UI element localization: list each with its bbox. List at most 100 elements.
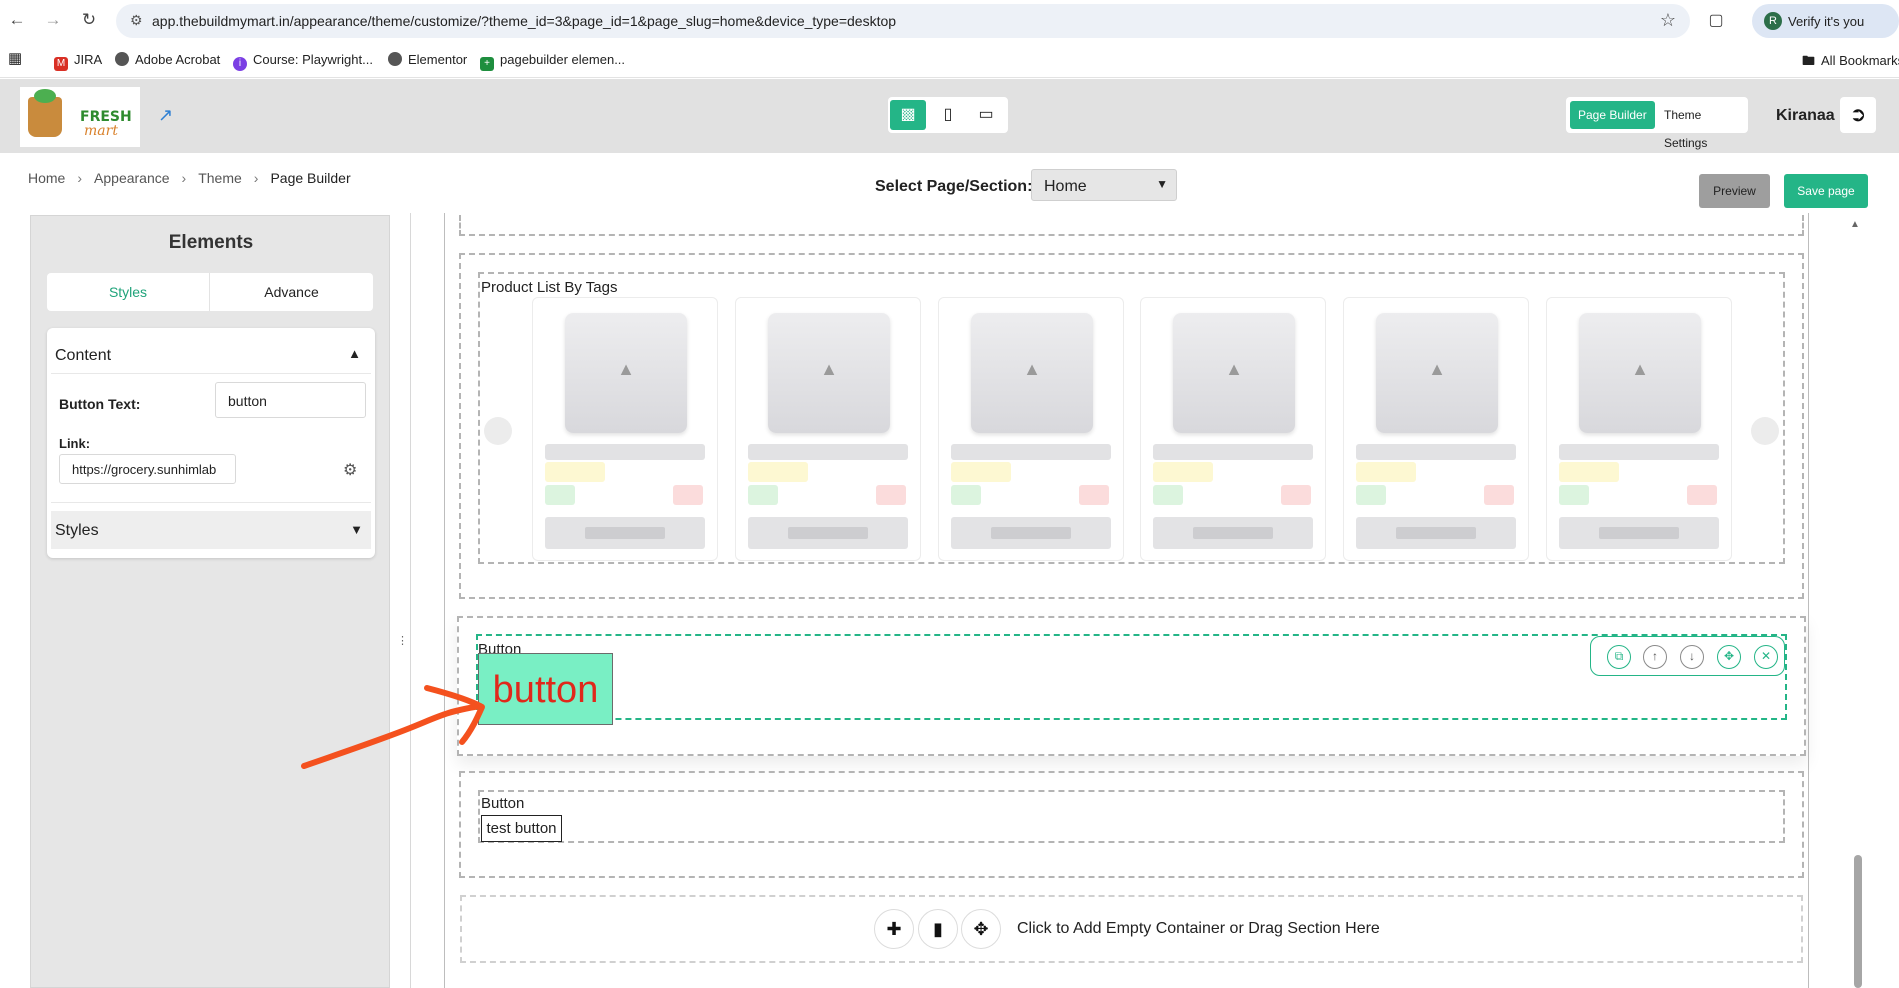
- page-select-value: Home: [1044, 178, 1087, 195]
- bookmark-course-playwright[interactable]: i Course: Playwright...: [233, 52, 373, 71]
- mobile-icon[interactable]: ▭: [968, 100, 1004, 130]
- button-skeleton: [545, 517, 705, 549]
- button-element-label: Button: [481, 795, 525, 812]
- tab-advance[interactable]: Advance: [210, 273, 373, 311]
- badge-skeleton: [748, 485, 778, 505]
- url-text[interactable]: app.thebuildmymart.in/appearance/theme/c…: [152, 13, 896, 29]
- discount-skeleton: [1281, 485, 1311, 505]
- logout-icon[interactable]: ➲: [1840, 97, 1876, 133]
- device-switcher: ▩ ▯ ▭: [888, 97, 1008, 133]
- link-input[interactable]: https://grocery.sunhimlab: [59, 454, 236, 484]
- button-element[interactable]: [478, 790, 1785, 843]
- gear-icon[interactable]: ⚙: [343, 460, 357, 480]
- move-down-icon[interactable]: ↓: [1680, 645, 1704, 669]
- duplicate-icon[interactable]: ⧉: [1607, 645, 1631, 669]
- forward-icon[interactable]: →: [42, 9, 64, 31]
- breadcrumb-page-builder: Page Builder: [270, 170, 351, 186]
- styles-heading: Styles: [55, 522, 99, 539]
- save-page-button[interactable]: Save page: [1784, 174, 1868, 208]
- styles-accordion-header[interactable]: Styles ▼: [51, 511, 371, 549]
- store-logo[interactable]: FRESH mart: [20, 87, 140, 147]
- site-info-icon[interactable]: ⚙: [130, 12, 143, 29]
- chevron-down-icon: ▼: [1156, 177, 1168, 191]
- add-icon[interactable]: ✚: [874, 909, 914, 949]
- product-image-placeholder: ▲: [1579, 313, 1701, 433]
- profile-button[interactable]: R Verify it's you: [1752, 4, 1899, 38]
- sheets-icon: +: [480, 57, 494, 71]
- move-up-icon[interactable]: ↑: [1643, 645, 1667, 669]
- badge-skeleton: [1153, 485, 1183, 505]
- breadcrumb-appearance[interactable]: Appearance: [94, 170, 170, 186]
- carousel-prev-button[interactable]: [484, 417, 512, 445]
- breadcrumb: Home › Appearance › Theme › Page Builder: [28, 170, 351, 186]
- button-text-input[interactable]: button: [215, 382, 366, 418]
- product-image-placeholder: ▲: [1376, 313, 1498, 433]
- all-bookmarks[interactable]: 🖿 All Bookmarks: [1802, 52, 1899, 74]
- bookmarks-bar: ▦ M JIRA Adobe Acrobat i Course: Playwrigh…: [0, 42, 1899, 78]
- folder-icon[interactable]: ▮: [918, 909, 958, 949]
- close-icon[interactable]: ✕: [1754, 645, 1778, 669]
- button-skeleton: [748, 517, 908, 549]
- test-button[interactable]: test button: [481, 815, 562, 842]
- page-builder-button[interactable]: Page Builder: [1570, 101, 1655, 129]
- bookmark-star-icon[interactable]: ☆: [1660, 10, 1676, 31]
- product-image-placeholder: ▲: [768, 313, 890, 433]
- tablet-icon[interactable]: ▯: [930, 100, 966, 130]
- logo-leaf-icon: [34, 89, 56, 103]
- reload-icon[interactable]: ↻: [78, 9, 100, 31]
- extensions-icon[interactable]: ▢: [1706, 10, 1726, 30]
- badge-skeleton: [951, 485, 981, 505]
- bookmark-elementor[interactable]: Elementor: [388, 52, 467, 67]
- add-container-text: Click to Add Empty Container or Drag Sec…: [1017, 920, 1380, 937]
- drag-move-icon[interactable]: ✥: [961, 909, 1001, 949]
- properties-card: Content ▲ Button Text: button Link: http…: [47, 328, 375, 558]
- content-accordion-body: Button Text: button Link: https://grocer…: [51, 373, 371, 503]
- button-skeleton: [1559, 517, 1719, 549]
- bookmark-pagebuilder[interactable]: + pagebuilder elemen...: [480, 52, 625, 71]
- tab-styles[interactable]: Styles: [47, 273, 210, 311]
- breadcrumb-theme[interactable]: Theme: [198, 170, 242, 186]
- button-text-label: Button Text:: [59, 396, 141, 412]
- chevron-right-icon: ›: [181, 170, 187, 186]
- gmail-icon: M: [54, 57, 68, 71]
- breadcrumb-home[interactable]: Home: [28, 170, 65, 186]
- scroll-up-icon[interactable]: ▲: [1850, 219, 1860, 230]
- carousel-next-button[interactable]: [1751, 417, 1779, 445]
- image-icon: ▲: [1225, 359, 1243, 379]
- address-bar[interactable]: ⚙ app.thebuildmymart.in/appearance/theme…: [116, 4, 1690, 38]
- button-skeleton: [1356, 517, 1516, 549]
- price-skeleton: [545, 462, 605, 482]
- panel-resize-handle[interactable]: ⋮: [397, 634, 408, 647]
- title-skeleton: [545, 444, 705, 460]
- price-skeleton: [951, 462, 1011, 482]
- selected-button-preview[interactable]: button: [478, 653, 613, 725]
- previous-section[interactable]: [459, 215, 1804, 236]
- page-select-label: Select Page/Section:: [875, 178, 1033, 195]
- external-link-icon[interactable]: ↗: [158, 105, 173, 126]
- button-skeleton: [951, 517, 1111, 549]
- preview-button[interactable]: Preview: [1699, 174, 1770, 208]
- page-select[interactable]: Home ▼: [1031, 169, 1177, 201]
- scroll-thumb[interactable]: [1854, 855, 1862, 988]
- product-card-placeholder: ▲: [1343, 297, 1529, 561]
- store-name: Kiranaa: [1776, 107, 1835, 124]
- title-skeleton: [1153, 444, 1313, 460]
- discount-skeleton: [876, 485, 906, 505]
- bookmark-adobe-acrobat[interactable]: Adobe Acrobat: [115, 52, 220, 67]
- back-icon[interactable]: ←: [6, 9, 28, 31]
- canvas-scrollbar[interactable]: ▲: [1850, 215, 1864, 988]
- theme-settings-button[interactable]: Theme Settings: [1656, 101, 1748, 150]
- content-accordion-header[interactable]: Content ▲: [55, 336, 367, 374]
- image-icon: ▲: [617, 359, 635, 379]
- title-skeleton: [1356, 444, 1516, 460]
- discount-skeleton: [1079, 485, 1109, 505]
- product-card-placeholder: ▲: [532, 297, 718, 561]
- bookmark-jira[interactable]: M JIRA: [54, 52, 102, 71]
- desktop-icon[interactable]: ▩: [890, 100, 926, 130]
- profile-label: Verify it's you: [1788, 14, 1865, 29]
- apps-grid-icon[interactable]: ▦: [8, 49, 22, 67]
- browser-toolbar: ← → ↻ ⚙ app.thebuildmymart.in/appearance…: [0, 0, 1899, 42]
- drag-move-icon[interactable]: ✥: [1717, 645, 1741, 669]
- link-value: https://grocery.sunhimlab: [72, 462, 217, 477]
- product-card-placeholder: ▲: [1140, 297, 1326, 561]
